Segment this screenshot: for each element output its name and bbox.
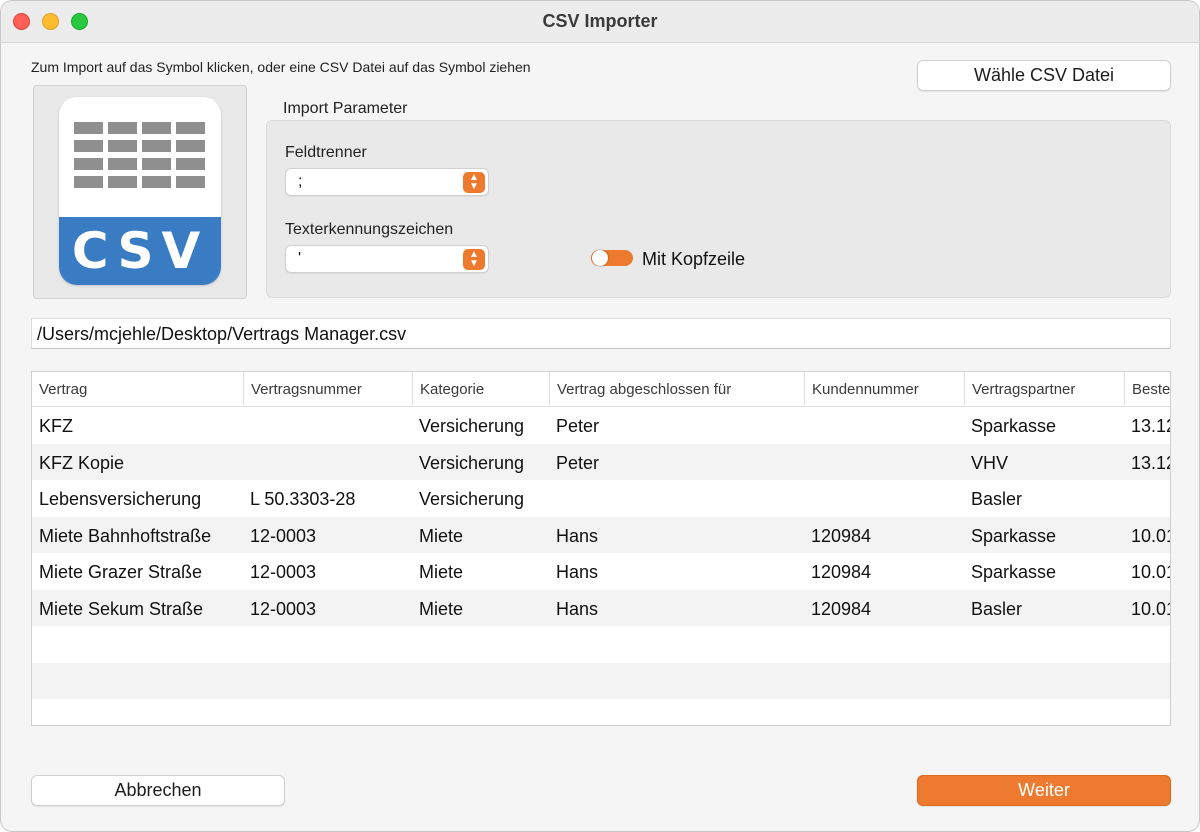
table-row[interactable]: Miete Sekum Straße 12-0003 Miete Hans 120984… (32, 589, 1170, 626)
table-cell: 10.01 (1131, 562, 1170, 582)
table-cell (804, 480, 964, 516)
import-hint: Zum Import auf das Symbol klicken, oder … (31, 59, 531, 75)
csv-importer-window: CSV Importer Zum Import auf das Symbol k… (0, 0, 1200, 832)
table-cell: Miete (419, 598, 464, 619)
column-header[interactable]: Vertragspartner (964, 372, 1124, 407)
table-cell: 120984 (811, 598, 872, 619)
header-row-toggle[interactable] (591, 250, 633, 266)
csv-grid-cell (74, 158, 103, 170)
table-row[interactable]: Miete Bahnhoftstraße 12-0003 Miete Hans 1209… (32, 516, 1170, 553)
table-cell: 13.12 (1131, 416, 1170, 436)
table-cell: 120984 (811, 562, 872, 582)
csv-drop-target[interactable]: CSV (33, 85, 247, 299)
table-cell (804, 444, 964, 480)
table-cell: 12-0003 (250, 525, 317, 546)
table-cell: Miete Sekum Straße (39, 598, 204, 619)
csv-grid-cell (74, 176, 103, 188)
table-row[interactable]: KFZ Versicherung Peter Sparkasse 13.12 (32, 407, 1170, 444)
csv-grid-cell (142, 122, 171, 134)
column-header[interactable]: Vertrag abgeschlossen für (549, 372, 804, 407)
table-header: Vertrag Vertragsnummer Kategorie Vertrag ab… (32, 372, 1170, 407)
table-cell: Peter (556, 416, 600, 436)
choose-csv-button[interactable]: Wähle CSV Datei (917, 60, 1171, 91)
text-qualifier-select[interactable]: ' ▲ ▼ (285, 245, 489, 273)
table-cell (243, 407, 412, 443)
csv-grid-cell (176, 122, 205, 134)
chevron-up-down-icon: ▲ ▼ (463, 249, 485, 270)
table-cell: KFZ Kopie (39, 452, 125, 473)
column-header[interactable]: Kundennummer (804, 372, 964, 407)
table-cell: Miete Grazer Straße (39, 562, 203, 582)
toggle-knob (592, 250, 608, 266)
table-cell: 10.01 (1131, 598, 1170, 619)
table-cell: Miete Bahnhoftstraße (39, 525, 212, 546)
field-separator-select[interactable]: ; ▲ ▼ (285, 168, 489, 196)
table-row[interactable]: KFZ Kopie Versicherung Peter VHV 13.12 (32, 443, 1170, 480)
chevron-up-down-icon: ▲ ▼ (463, 172, 485, 193)
table-cell: Basler (971, 598, 1023, 619)
table-cell: Miete (419, 562, 464, 582)
column-header[interactable]: Kategorie (412, 372, 549, 407)
table-cell: L 50.3303-28 (250, 489, 356, 509)
csv-grid-cell (142, 176, 171, 188)
column-header[interactable]: Vertrag (32, 372, 243, 407)
table-cell: Lebensversicherung (39, 489, 202, 509)
table-cell: Sparkasse (971, 562, 1057, 582)
csv-grid-cell (108, 158, 137, 170)
table-cell: Basler (971, 489, 1023, 509)
table-cell: Versicherung (419, 416, 525, 436)
empty-table-row (32, 626, 1170, 663)
field-separator-label: Feldtrenner (285, 144, 367, 161)
table-cell: Hans (556, 525, 599, 546)
import-parameters-label: Import Parameter (283, 100, 408, 117)
table-cell: 10.01 (1131, 525, 1170, 546)
csv-grid-cell (142, 158, 171, 170)
table-cell (804, 407, 964, 443)
csv-file-icon: CSV (59, 97, 221, 285)
table-cell: Hans (556, 562, 599, 582)
column-header[interactable]: Vertragsnummer (243, 372, 412, 407)
table-cell (1124, 480, 1170, 516)
table-cell: Peter (556, 452, 600, 473)
empty-table-row (32, 662, 1170, 699)
table-cell: 13.12 (1131, 452, 1170, 473)
table-cell: 120984 (811, 525, 872, 546)
csv-grid-cell (108, 140, 137, 152)
table-cell (549, 480, 804, 516)
table-cell: KFZ (39, 416, 73, 436)
csv-grid-cell (176, 140, 205, 152)
table-cell: 12-0003 (250, 562, 317, 582)
table-cell: Versicherung (419, 452, 525, 473)
csv-grid-cell (142, 140, 171, 152)
file-path-field[interactable]: /Users/mcjehle/Desktop/Vertrags Manager.… (31, 318, 1171, 349)
cancel-button[interactable]: Abbrechen (31, 775, 285, 806)
empty-table-row (32, 699, 1170, 725)
field-separator-value: ; (298, 173, 303, 190)
csv-grid-cell (108, 176, 137, 188)
csv-grid-cell (176, 158, 205, 170)
csv-label: CSV (59, 217, 221, 285)
table-cell: Miete (419, 525, 464, 546)
text-qualifier-value: ' (298, 250, 302, 267)
table-row[interactable]: Lebensversicherung L 50.3303-28 Versicheru… (32, 480, 1170, 517)
header-row-toggle-label: Mit Kopfzeile (642, 249, 746, 269)
preview-table[interactable]: Vertrag Vertragsnummer Kategorie Vertrag ab… (31, 371, 1171, 726)
csv-grid-cell (108, 122, 137, 134)
column-header[interactable]: Beste (1124, 372, 1170, 407)
csv-grid-cell (74, 122, 103, 134)
csv-grid-cell (176, 176, 205, 188)
window-title: CSV Importer (542, 11, 658, 31)
table-cell: Sparkasse (971, 525, 1057, 546)
table-cell: Hans (556, 598, 599, 619)
table-cell: VHV (971, 452, 1009, 473)
table-cell: 12-0003 (250, 598, 317, 619)
table-row[interactable]: Miete Grazer Straße 12-0003 Miete Hans 12098… (32, 553, 1170, 590)
table-cell: Sparkasse (971, 416, 1057, 436)
table-cell (243, 444, 412, 480)
csv-grid-cell (74, 140, 103, 152)
next-button[interactable]: Weiter (917, 775, 1171, 806)
title-bar: CSV Importer (1, 1, 1199, 43)
table-cell: Versicherung (419, 489, 525, 509)
text-qualifier-label: Texterkennungszeichen (285, 221, 454, 238)
